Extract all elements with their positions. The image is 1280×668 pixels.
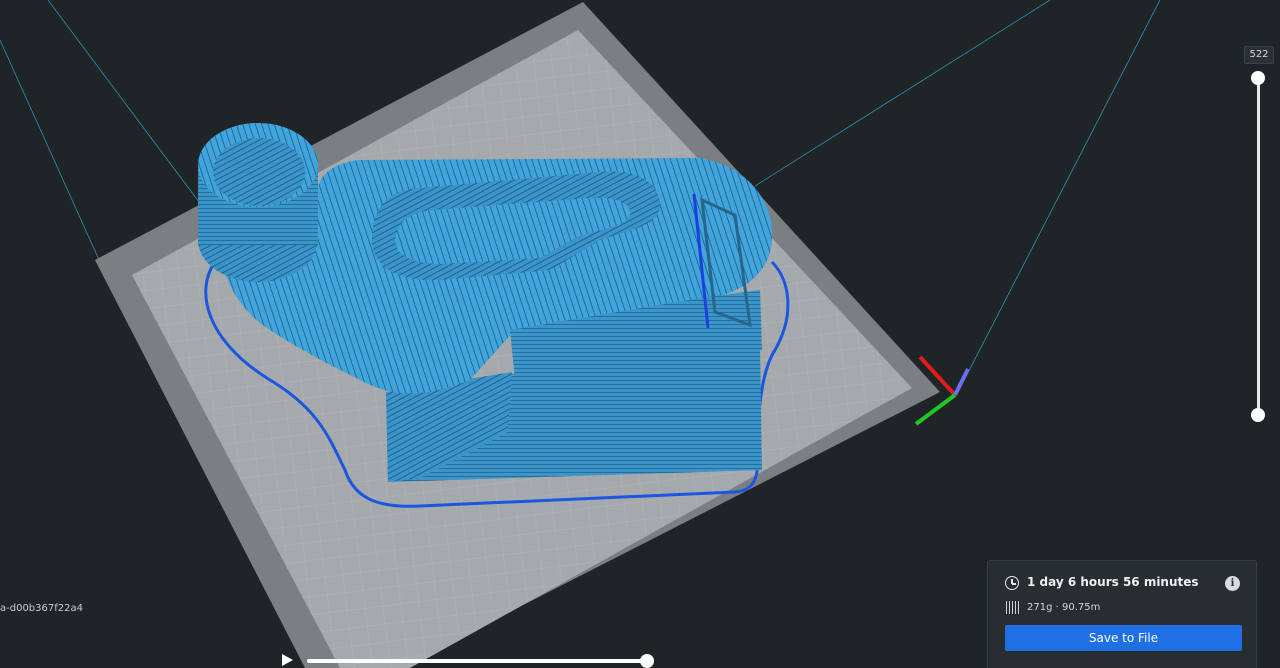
3d-viewport[interactable]: a-d00b367f22a4 522 1 day 6 hours 56 minu… xyxy=(0,0,1280,668)
clock-icon xyxy=(1005,576,1019,590)
playback-slider-handle[interactable] xyxy=(640,654,654,668)
play-icon-glyph xyxy=(282,654,293,666)
spool-icon xyxy=(1006,601,1019,614)
layer-slider-track[interactable] xyxy=(1257,78,1260,416)
print-info-panel: 1 day 6 hours 56 minutes i 271g · 90.75m… xyxy=(987,560,1257,668)
play-icon[interactable] xyxy=(280,653,296,668)
model-cylinder-hole xyxy=(213,138,305,206)
current-layer-badge: 522 xyxy=(1244,46,1274,64)
layer-slider-bottom-handle[interactable] xyxy=(1251,408,1265,422)
layer-slider[interactable]: 522 xyxy=(1244,46,1274,426)
print-time: 1 day 6 hours 56 minutes xyxy=(1027,575,1199,589)
playback-slider-track[interactable] xyxy=(307,659,647,663)
axis-z xyxy=(953,368,970,396)
layer-slider-top-handle[interactable] xyxy=(1251,71,1265,85)
object-id-label: a-d00b367f22a4 xyxy=(0,603,83,614)
save-to-file-button[interactable]: Save to File xyxy=(1005,625,1242,651)
info-icon[interactable]: i xyxy=(1225,576,1240,591)
material-usage: 271g · 90.75m xyxy=(1027,602,1101,613)
